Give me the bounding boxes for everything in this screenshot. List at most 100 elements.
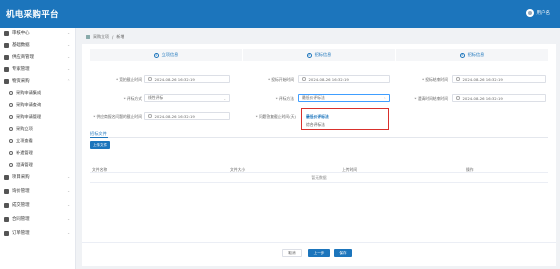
step-bar: 1 立项信息 2 招标信息 3 招标信息 <box>90 49 548 61</box>
sidebar-item-label: 合同管理 <box>12 217 30 222</box>
column-file-size: 文件大小 <box>230 166 246 172</box>
sidebar-item-label: 采购申请管理 <box>16 113 42 119</box>
step-label: 立项信息 <box>161 52 179 57</box>
circle-icon <box>9 102 13 107</box>
deal-icon <box>4 202 9 208</box>
project-icon <box>4 174 9 180</box>
sidebar-sub-addendum[interactable]: 补遗管理 <box>0 148 76 157</box>
sidebar-item-label: 成交管理 <box>12 203 30 208</box>
bid-end-input[interactable]: 2024-08-26 16:32:19 <box>452 75 546 83</box>
sidebar-item-expert[interactable]: 专家管理 ⌄ <box>0 64 76 74</box>
answer-deadline-label: * 问题答复截止时间(天) <box>255 114 296 119</box>
sidebar-item-base-data[interactable]: 基础数据 ⌄ <box>0 40 76 50</box>
dropdown-option-comprehensive[interactable]: 综合评标法 <box>306 122 325 128</box>
sidebar-item-label: 采购立项 <box>16 125 33 131</box>
clarify-time-input[interactable]: 2024-08-26 16:32:19 <box>452 94 546 102</box>
field-value: 2024-08-26 16:32:19 <box>462 76 503 82</box>
publish-time-label: * 竞拍截止时间 <box>116 77 142 82</box>
top-bar: 机电采购平台 用户名 <box>0 0 560 28</box>
sidebar-sub-project-setup[interactable]: 采购立项 <box>0 124 76 133</box>
eval-mode-label: * 评标方式 <box>123 96 142 101</box>
step-label: 招标信息 <box>467 52 485 57</box>
bid-open-input[interactable]: 2024-08-26 16:32:19 <box>298 75 390 83</box>
sidebar-sub-apply-integrate[interactable]: 采购申请集成 <box>0 88 76 97</box>
sidebar-item-label: 立项查看 <box>16 137 33 143</box>
app-title: 机电采购平台 <box>6 10 59 20</box>
footer-divider <box>82 242 556 243</box>
sidebar-item-material[interactable]: 物资采购 ⌃ <box>0 76 76 86</box>
breadcrumb: 采购立项 / 新增 <box>86 34 124 40</box>
sidebar-item-review[interactable]: 审核中心 ⌄ <box>0 28 76 38</box>
prev-step-button[interactable]: 上一步 <box>308 249 330 257</box>
chevron-up-icon: ⌃ <box>67 79 70 83</box>
dropdown-option-lowest-price[interactable]: 最低价评标法 <box>306 114 329 120</box>
chevron-down-icon: ⌄ <box>67 203 70 207</box>
tab-divider <box>90 137 548 138</box>
supplier-icon <box>4 54 9 60</box>
circle-icon <box>9 114 13 119</box>
doc-deadline-input[interactable]: 2024-08-26 16:32:19 <box>144 112 230 120</box>
bid-open-label: * 投标开始时间 <box>268 77 294 82</box>
step-3[interactable]: 3 招标信息 <box>395 49 548 61</box>
sidebar-item-label: 采购申请集成 <box>16 89 42 95</box>
chevron-down-icon: ⌄ <box>67 43 70 47</box>
expert-icon <box>4 66 9 72</box>
step-number: 3 <box>459 52 465 58</box>
sidebar-item-label: 采购申请查询 <box>16 101 42 107</box>
sidebar-item-inquiry[interactable]: 询价管理 ⌄ <box>0 186 76 196</box>
sidebar-sub-apply-manage[interactable]: 采购申请管理 <box>0 112 76 121</box>
sidebar-sub-apply-query[interactable]: 采购申请查询 <box>0 100 76 109</box>
step-2[interactable]: 2 招标信息 <box>242 49 395 61</box>
clarify-time-label: * 澄清时间结束时间 <box>414 96 448 101</box>
clock-icon <box>148 114 152 118</box>
sidebar: 审核中心 ⌄ 基础数据 ⌄ 供应商管理 ⌄ 专家管理 ⌄ 物资采购 ⌃ 采购申请集成 采购… <box>0 28 76 269</box>
sidebar-item-label: 审核中心 <box>12 31 30 36</box>
cancel-button[interactable]: 取消 <box>282 249 302 257</box>
step-number: 1 <box>153 52 159 58</box>
sidebar-item-order[interactable]: 订单管理 ⌄ <box>0 228 76 238</box>
chevron-down-icon: ⌄ <box>67 175 70 179</box>
step-number: 2 <box>306 52 312 58</box>
circle-icon <box>9 90 13 95</box>
chevron-down-icon: ⌄ <box>67 231 70 235</box>
circle-icon <box>9 150 13 155</box>
sidebar-item-label: 询价管理 <box>12 189 30 194</box>
home-icon <box>86 35 90 39</box>
circle-icon <box>9 162 13 167</box>
file-table-empty: 暂无数据 <box>90 173 548 183</box>
chevron-down-icon: ⌄ <box>223 96 226 101</box>
chevron-down-icon: ⌄ <box>67 189 70 193</box>
avatar-icon <box>525 9 534 17</box>
sidebar-sub-clarify[interactable]: 澄清管理 <box>0 160 76 169</box>
file-table-header: 文件名称 文件大小 上传时间 操作 <box>90 164 548 173</box>
save-button[interactable]: 保存 <box>334 249 352 257</box>
sidebar-item-contract[interactable]: 合同管理 ⌄ <box>0 214 76 224</box>
eval-mode-select[interactable]: 线性评标 ⌄ <box>144 94 230 102</box>
purchase-icon <box>4 78 9 84</box>
sidebar-item-label: 基础数据 <box>12 43 30 48</box>
sidebar-item-deal[interactable]: 成交管理 ⌄ <box>0 200 76 210</box>
eval-method-select[interactable]: 最低价评标法 ⌃ <box>298 94 390 102</box>
sidebar-item-supplier[interactable]: 供应商管理 ⌄ <box>0 52 76 62</box>
sidebar-sub-project-view[interactable]: 立项查看 <box>0 136 76 145</box>
publish-time-input[interactable]: 2024-08-26 16:32:19 <box>144 75 230 83</box>
breadcrumb-parent[interactable]: 采购立项 <box>93 34 109 40</box>
order-icon <box>4 230 9 236</box>
chevron-down-icon: ⌄ <box>67 31 70 35</box>
column-file-name: 文件名称 <box>92 166 108 172</box>
user-name: 用户名 <box>536 11 551 16</box>
user-icon <box>4 30 9 36</box>
user-menu[interactable]: 用户名 <box>525 9 551 17</box>
upload-file-button[interactable]: 上传文件 <box>90 141 110 149</box>
field-value: 线性评标 <box>148 95 164 100</box>
field-value: 最低价评标法 <box>302 95 325 100</box>
step-1[interactable]: 1 立项信息 <box>90 49 242 61</box>
sidebar-item-project-purchase[interactable]: 项目采购 ⌄ <box>0 172 76 182</box>
column-upload-time: 上传时间 <box>342 166 358 172</box>
clock-icon <box>148 77 152 81</box>
eval-method-label: * 评标方法 <box>275 96 294 101</box>
breadcrumb-separator: / <box>112 34 114 40</box>
inquiry-icon <box>4 188 9 194</box>
step-label: 招标信息 <box>314 52 332 57</box>
clock-icon <box>456 96 460 100</box>
